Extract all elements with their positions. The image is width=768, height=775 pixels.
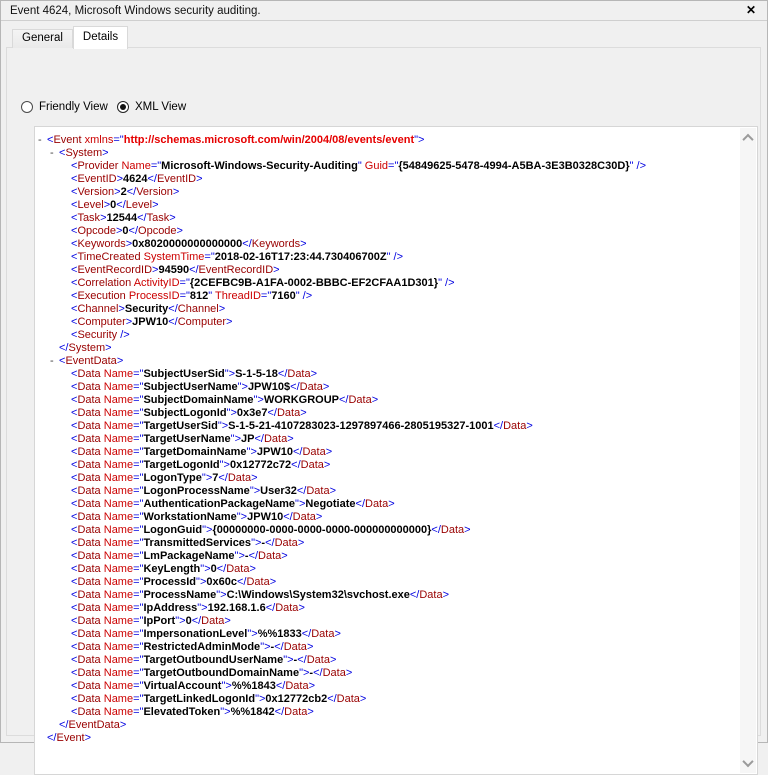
scroll-up-icon[interactable] — [740, 130, 756, 146]
xml-line: <Correlation ActivityID="{2CEFBC9B-A1FA-… — [36, 277, 740, 290]
xml-line: -<EventData> — [36, 355, 740, 368]
tab-strip: General Details — [12, 25, 128, 48]
xml-line: <Data Name="RestrictedAdminMode">-</Data… — [36, 641, 740, 654]
dialog-title: Event 4624, Microsoft Windows security a… — [10, 1, 261, 21]
xml-line: <Data Name="TargetUserSid">S-1-5-21-4107… — [36, 420, 740, 433]
xml-line: <Data Name="TargetDomainName">JPW10</Dat… — [36, 446, 740, 459]
xml-line: <Data Name="SubjectUserName">JPW10$</Dat… — [36, 381, 740, 394]
xml-line: <Data Name="TargetUserName">JP</Data> — [36, 433, 740, 446]
xml-line: <Data Name="TargetLogonId">0x12772c72</D… — [36, 459, 740, 472]
xml-line: <Data Name="AuthenticationPackageName">N… — [36, 498, 740, 511]
xml-line: <Data Name="IpPort">0</Data> — [36, 615, 740, 628]
friendly-view-label: Friendly View — [39, 101, 108, 113]
scroll-down-icon[interactable] — [740, 755, 756, 771]
xml-line: <Data Name="VirtualAccount">%%1843</Data… — [36, 680, 740, 693]
xml-view-panel: -<Event xmlns="http://schemas.microsoft.… — [34, 126, 758, 775]
details-tab-page: Friendly View XML View -<Event xmlns="ht… — [6, 47, 761, 736]
xml-line: <Data Name="LogonType">7</Data> — [36, 472, 740, 485]
friendly-view-radio[interactable]: Friendly View — [21, 100, 108, 114]
vertical-scrollbar[interactable] — [740, 128, 756, 773]
xml-line: <Opcode>0</Opcode> — [36, 225, 740, 238]
xml-line: <EventRecordID>94590</EventRecordID> — [36, 264, 740, 277]
xml-line: <Data Name="TargetOutboundDomainName">-<… — [36, 667, 740, 680]
radio-unselected-icon — [21, 101, 33, 113]
xml-line: <EventID>4624</EventID> — [36, 173, 740, 186]
event-properties-dialog: Event 4624, Microsoft Windows security a… — [0, 0, 768, 743]
xml-line: -<Event xmlns="http://schemas.microsoft.… — [36, 134, 740, 147]
xml-line: <Provider Name="Microsoft-Windows-Securi… — [36, 160, 740, 173]
xml-view-label: XML View — [135, 101, 186, 113]
title-bar: Event 4624, Microsoft Windows security a… — [1, 1, 767, 21]
xml-line: <Task>12544</Task> — [36, 212, 740, 225]
xml-line: <Data Name="WorkstationName">JPW10</Data… — [36, 511, 740, 524]
xml-line: -<System> — [36, 147, 740, 160]
xml-document: -<Event xmlns="http://schemas.microsoft.… — [36, 128, 740, 773]
xml-line: <Data Name="TargetOutboundUserName">-</D… — [36, 654, 740, 667]
xml-line: <Data Name="TargetLinkedLogonId">0x12772… — [36, 693, 740, 706]
tab-general[interactable]: General — [12, 29, 73, 48]
xml-line: <Execution ProcessID="812" ThreadID="716… — [36, 290, 740, 303]
xml-line: <Data Name="SubjectUserSid">S-1-5-18</Da… — [36, 368, 740, 381]
xml-line: <Data Name="SubjectLogonId">0x3e7</Data> — [36, 407, 740, 420]
xml-line: <Data Name="TransmittedServices">-</Data… — [36, 537, 740, 550]
tab-details[interactable]: Details — [73, 26, 128, 49]
xml-line: <Data Name="KeyLength">0</Data> — [36, 563, 740, 576]
xml-line: <Data Name="LogonProcessName">User32</Da… — [36, 485, 740, 498]
xml-line: </Event> — [36, 732, 740, 745]
xml-line: <Version>2</Version> — [36, 186, 740, 199]
xml-line: <Security /> — [36, 329, 740, 342]
xml-line: <Data Name="ProcessName">C:\Windows\Syst… — [36, 589, 740, 602]
xml-line: </System> — [36, 342, 740, 355]
xml-line: <Keywords>0x8020000000000000</Keywords> — [36, 238, 740, 251]
xml-line: <Computer>JPW10</Computer> — [36, 316, 740, 329]
close-icon[interactable]: ✕ — [740, 1, 762, 20]
xml-line: <Data Name="LmPackageName">-</Data> — [36, 550, 740, 563]
xml-line: <Data Name="ImpersonationLevel">%%1833</… — [36, 628, 740, 641]
xml-line: <Level>0</Level> — [36, 199, 740, 212]
radio-selected-icon — [117, 101, 129, 113]
xml-line: <TimeCreated SystemTime="2018-02-16T17:2… — [36, 251, 740, 264]
xml-line: </EventData> — [36, 719, 740, 732]
xml-line: <Data Name="ElevatedToken">%%1842</Data> — [36, 706, 740, 719]
xml-line: <Data Name="SubjectDomainName">WORKGROUP… — [36, 394, 740, 407]
xml-line: <Channel>Security</Channel> — [36, 303, 740, 316]
xml-line: <Data Name="IpAddress">192.168.1.6</Data… — [36, 602, 740, 615]
xml-view-radio[interactable]: XML View — [117, 100, 186, 114]
xml-line: <Data Name="ProcessId">0x60c</Data> — [36, 576, 740, 589]
xml-line: <Data Name="LogonGuid">{00000000-0000-00… — [36, 524, 740, 537]
